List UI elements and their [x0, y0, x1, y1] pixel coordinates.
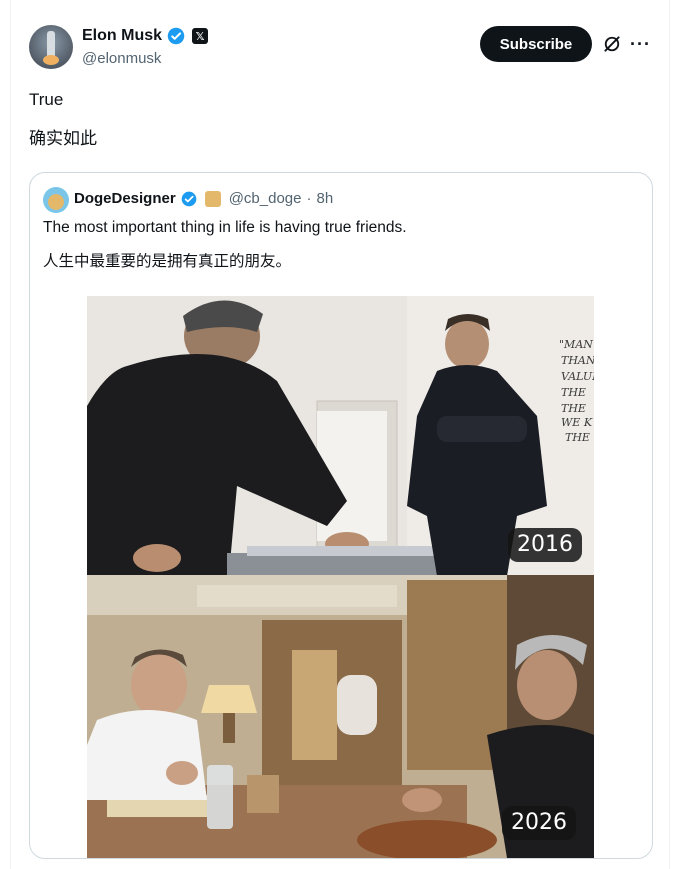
x-affiliation-icon: 𝕏 [192, 28, 209, 44]
author-name[interactable]: Elon Musk [82, 27, 162, 45]
svg-text:WE K: WE K [561, 416, 593, 429]
rocket-icon [47, 31, 55, 57]
photo-2016[interactable]: "MAN THAN VALUE THE THE WE K THE 2016 [87, 296, 594, 575]
quote-author-name[interactable]: DogeDesigner [74, 190, 176, 207]
separator-dot: · [306, 190, 312, 207]
svg-text:THE: THE [561, 386, 586, 399]
quoted-post[interactable]: DogeDesigner @cb_doge · 8h The most impo… [29, 172, 653, 859]
svg-text:VALUE: VALUE [561, 370, 594, 383]
quote-author-handle[interactable]: @cb_doge [229, 190, 302, 207]
photo-2026[interactable]: 2026 [87, 575, 594, 858]
grok-icon[interactable] [602, 34, 622, 54]
quote-timestamp[interactable]: 8h [316, 190, 333, 207]
svg-text:THE: THE [561, 402, 586, 415]
post-text-line-1: True [29, 90, 64, 109]
author-handle[interactable]: @elonmusk [82, 50, 161, 67]
doge-emoji-icon [204, 190, 221, 207]
svg-text:THE: THE [565, 431, 590, 444]
svg-text:THAN: THAN [561, 354, 594, 367]
quote-text-line-1: The most important thing in life is havi… [43, 219, 407, 236]
author-name-row: Elon Musk 𝕏 [82, 27, 209, 45]
quote-author-row: DogeDesigner @cb_doge · 8h [74, 190, 333, 207]
year-badge-2026: 2026 [502, 806, 576, 840]
verified-badge-icon [167, 27, 185, 45]
year-badge-2016: 2016 [508, 528, 582, 562]
flame-icon [43, 55, 59, 65]
doge-icon [48, 194, 64, 210]
verified-badge-icon [181, 191, 197, 206]
post-text-line-2: 确实如此 [29, 129, 97, 148]
quote-author-avatar[interactable] [43, 187, 69, 213]
svg-text:"MAN: "MAN [559, 338, 593, 351]
author-avatar[interactable] [29, 25, 73, 69]
subscribe-button[interactable]: Subscribe [480, 26, 592, 62]
quote-text-line-2: 人生中最重要的是拥有真正的朋友。 [43, 253, 292, 270]
more-options-icon[interactable]: ··· [630, 34, 651, 54]
